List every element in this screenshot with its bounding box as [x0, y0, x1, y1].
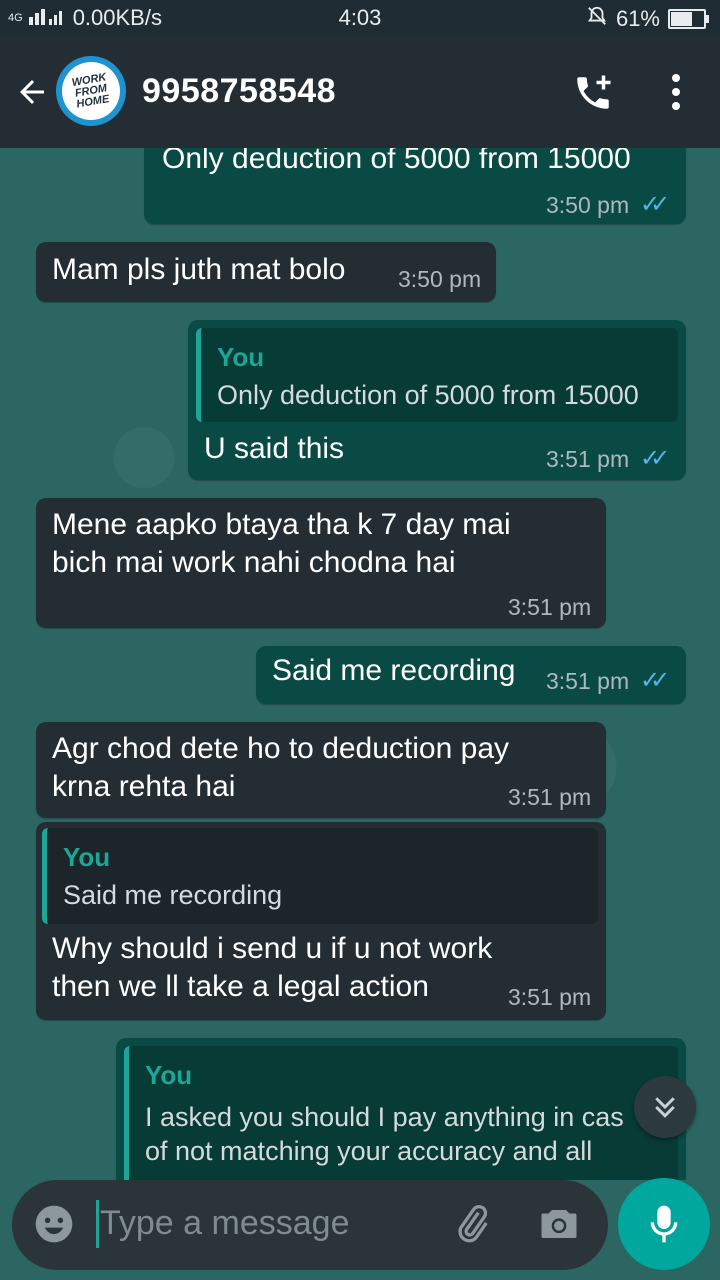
voice-record-button[interactable] — [618, 1178, 710, 1270]
message-text: Mam pls juth mat bolo — [52, 253, 346, 286]
quote-text: Only deduction of 5000 from 15000 — [217, 380, 639, 410]
message-placeholder[interactable]: Type a message — [100, 1204, 349, 1243]
quoted-message[interactable]: You I asked you should I pay anything in… — [124, 1046, 678, 1180]
message-text-line: Agr chod dete ho to deduction pay — [52, 732, 510, 765]
composer-bar: Type a message — [0, 1178, 720, 1280]
read-ticks-icon: ✓✓ — [640, 667, 670, 694]
mute-bell-icon — [586, 5, 608, 33]
message-time: 3:50 pm — [398, 266, 482, 292]
message-text-line: Mene aapko btaya tha k 7 day mai — [52, 508, 511, 541]
battery-icon — [668, 9, 709, 29]
message-incoming[interactable]: Mene aapko btaya tha k 7 day mai bich ma… — [36, 498, 606, 628]
text-caret — [96, 1200, 99, 1248]
contact-name[interactable]: 9958758548 — [142, 72, 336, 111]
message-text-line: bich mai work nahi chodna hai — [52, 546, 456, 579]
message-time: 3:50 pm — [546, 192, 630, 218]
message-text-line: krna rehta hai — [52, 770, 236, 803]
message-time: 3:51 pm — [546, 446, 630, 472]
message-incoming[interactable]: Agr chod dete ho to deduction pay krna r… — [36, 722, 606, 818]
quote-text-line: I asked you should I pay anything in cas — [145, 1102, 624, 1132]
message-text: Said me recording — [272, 654, 516, 687]
microphone-icon — [650, 1205, 678, 1243]
status-bar: 4G 0.00KB/s 4:03 61% — [0, 0, 720, 36]
read-ticks-icon: ✓✓ — [640, 445, 670, 472]
message-time: 3:51 pm — [508, 984, 592, 1010]
add-call-icon[interactable] — [572, 72, 614, 119]
scroll-to-bottom-button[interactable] — [634, 1076, 696, 1138]
message-time: 3:51 pm — [546, 668, 630, 694]
quoted-message[interactable]: You Said me recording — [42, 828, 598, 924]
double-chevron-down-icon — [655, 1097, 675, 1118]
battery-percent: 61% — [615, 6, 660, 31]
message-text: U said this — [204, 432, 345, 465]
message-outgoing[interactable]: Said me recording 3:51 pm ✓✓ — [256, 646, 686, 704]
camera-icon[interactable] — [538, 1204, 580, 1249]
message-incoming[interactable]: Mam pls juth mat bolo 3:50 pm — [36, 242, 496, 302]
chat-area[interactable]: Only deduction of 5000 from 15000 3:50 p… — [0, 148, 720, 1180]
more-options-icon[interactable] — [664, 72, 688, 117]
message-time: 3:51 pm — [508, 594, 592, 620]
message-text-line: Why should i send u if u not work — [52, 932, 493, 965]
quote-author: You — [63, 842, 111, 872]
quoted-message[interactable]: You Only deduction of 5000 from 15000 — [196, 328, 678, 422]
quote-author: You — [145, 1060, 193, 1090]
message-outgoing-reply[interactable]: You Only deduction of 5000 from 15000 U … — [188, 320, 686, 480]
quote-author: You — [217, 342, 265, 372]
quote-text-line: of not matching your accuracy and all — [145, 1136, 593, 1166]
message-input[interactable]: Type a message — [12, 1180, 608, 1270]
back-arrow-icon[interactable] — [14, 74, 50, 115]
message-text: Only deduction of 5000 from 15000 — [162, 148, 631, 175]
message-time: 3:51 pm — [508, 784, 592, 810]
attach-icon[interactable] — [450, 1202, 494, 1251]
avatar[interactable]: WORK FROM HOME — [56, 56, 126, 126]
message-outgoing-reply[interactable]: You I asked you should I pay anything in… — [116, 1038, 686, 1180]
message-text-line: then we ll take a legal action — [52, 970, 429, 1003]
read-ticks-icon: ✓✓ — [640, 191, 670, 218]
quote-text: Said me recording — [63, 880, 283, 910]
avatar-logo-text: WORK FROM HOME — [57, 57, 125, 125]
message-incoming-reply[interactable]: You Said me recording Why should i send … — [36, 822, 606, 1020]
message-outgoing[interactable]: Only deduction of 5000 from 15000 3:50 p… — [144, 148, 686, 224]
emoji-icon[interactable] — [32, 1202, 76, 1251]
chat-header: WORK FROM HOME 9958758548 — [0, 36, 720, 148]
